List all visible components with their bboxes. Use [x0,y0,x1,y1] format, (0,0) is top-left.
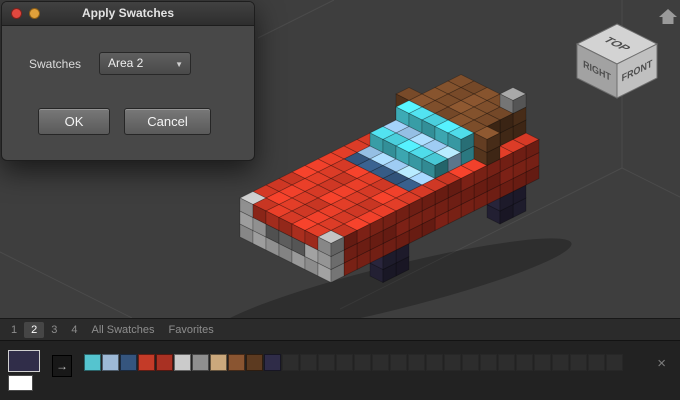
swatch-1[interactable] [84,354,101,371]
swatch-7[interactable] [192,354,209,371]
tab-favorites[interactable]: Favorites [161,321,220,339]
tab-2[interactable]: 2 [24,322,44,338]
swatch-8[interactable] [210,354,227,371]
home-icon[interactable] [659,9,677,24]
swatch-2[interactable] [102,354,119,371]
swatch-10[interactable] [246,354,263,371]
swatch-area-dropdown[interactable]: Area 2 ▼ [99,52,191,75]
swatch-empty-slot[interactable] [444,354,461,371]
swatch-empty-slot[interactable] [552,354,569,371]
swatch-empty-slot[interactable] [282,354,299,371]
dialog-titlebar[interactable]: Apply Swatches [2,2,254,26]
swatch-empty-slot[interactable] [480,354,497,371]
swatch-11[interactable] [264,354,281,371]
swatch-empty-slot[interactable] [336,354,353,371]
apply-color-arrow-button[interactable]: → [52,355,72,377]
palette-bar: → × [0,340,680,400]
background-color-well[interactable] [8,375,33,391]
swatch-3[interactable] [120,354,137,371]
cancel-button[interactable]: Cancel [124,108,211,135]
ok-button[interactable]: OK [38,108,110,135]
dropdown-value: Area 2 [108,56,143,70]
swatch-empty-slot[interactable] [318,354,335,371]
swatch-empty-slot[interactable] [570,354,587,371]
swatch-tab-bar: 1234All SwatchesFavorites [0,318,680,340]
swatch-empty-slot[interactable] [426,354,443,371]
close-button[interactable] [11,8,22,19]
swatch-9[interactable] [228,354,245,371]
swatch-4[interactable] [138,354,155,371]
clear-swatch-button[interactable]: × [657,356,666,371]
swatch-empty-slot[interactable] [300,354,317,371]
qubicle-workspace: TOP RIGHT FRONT 1234All SwatchesFavorite… [0,0,680,400]
swatch-empty-slot[interactable] [516,354,533,371]
tab-3[interactable]: 3 [44,321,64,339]
swatch-empty-slot[interactable] [408,354,425,371]
swatches-label: Swatches [29,57,81,71]
swatch-empty-slot[interactable] [462,354,479,371]
tab-4[interactable]: 4 [64,321,84,339]
swatch-empty-slot[interactable] [354,354,371,371]
swatch-empty-slot[interactable] [588,354,605,371]
apply-swatches-dialog: Apply Swatches Swatches Area 2 ▼ OK Canc… [1,1,255,161]
swatch-5[interactable] [156,354,173,371]
minimize-button[interactable] [29,8,40,19]
orientation-cube[interactable]: TOP RIGHT FRONT [577,24,657,98]
swatch-empty-slot[interactable] [534,354,551,371]
swatch-6[interactable] [174,354,191,371]
swatch-empty-slot[interactable] [606,354,623,371]
tab-all-swatches[interactable]: All Swatches [85,321,162,339]
foreground-color-well[interactable] [8,350,40,372]
chevron-down-icon: ▼ [175,54,183,75]
swatch-strip [84,354,624,371]
swatch-empty-slot[interactable] [372,354,389,371]
swatch-empty-slot[interactable] [498,354,515,371]
swatch-empty-slot[interactable] [390,354,407,371]
tab-1[interactable]: 1 [4,321,24,339]
